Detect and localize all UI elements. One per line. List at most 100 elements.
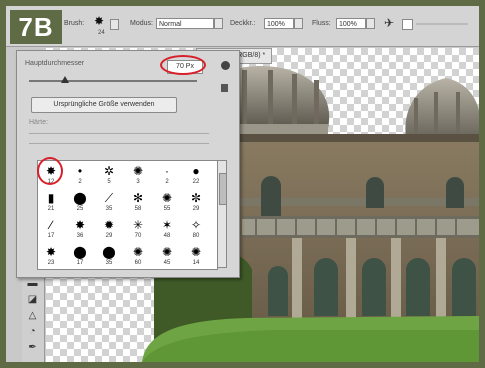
brush-preset-cell[interactable]: · 2 — [156, 162, 178, 189]
opacity-dropdown-arrow[interactable] — [294, 18, 303, 29]
brush-size-label: 2 — [78, 179, 82, 185]
brush-tip-icon: ✺ — [161, 191, 173, 205]
selected-brush-highlight — [37, 157, 63, 185]
brush-tip-icon: ● — [192, 164, 200, 178]
brush-tip-icon: ✺ — [132, 164, 144, 178]
brush-tip-icon: ∕ — [49, 218, 52, 232]
brush-preset-cell[interactable]: ✻ 58 — [127, 189, 149, 216]
new-preset-icon[interactable] — [221, 84, 228, 92]
brush-tip-icon: ✺ — [190, 245, 202, 259]
screenshot-frame: Brush: ✸ 24 Modus: Normal Deckkr.: 100% … — [0, 0, 485, 368]
brush-tip-icon: ⬤ — [102, 245, 116, 259]
brush-preset-cell[interactable]: ∕ 17 — [40, 216, 62, 243]
tablet-pressure-checkbox[interactable] — [402, 19, 413, 30]
brush-tip-icon: ⟋ — [104, 191, 114, 205]
brush-size-label: 35 — [105, 206, 113, 212]
brush-size-value: 24 — [98, 30, 105, 36]
brush-tip-icon: ✺ — [161, 245, 173, 259]
brush-preset-cell[interactable]: ✺ 60 — [127, 243, 149, 270]
brush-preset-cell[interactable]: ▮ 21 — [40, 189, 62, 216]
brush-size-label: 70 — [134, 233, 142, 239]
opacity-field[interactable]: 100% — [264, 18, 294, 29]
brush-tip-icon: ✺ — [132, 245, 144, 259]
brush-size-label: 25 — [76, 206, 84, 212]
brush-size-label: 17 — [47, 233, 55, 239]
brush-size-label: 2 — [165, 179, 169, 185]
brush-size-label: 60 — [134, 260, 142, 266]
gradient-tool-icon[interactable]: ▬ — [26, 278, 39, 290]
options-bar-divider — [416, 23, 468, 25]
brush-preset-cell[interactable]: ✹ 29 — [98, 216, 120, 243]
flow-dropdown-arrow[interactable] — [366, 18, 375, 29]
pen-tool-icon[interactable]: ✒ — [26, 342, 39, 354]
brush-preset-cell[interactable]: ✺ 14 — [185, 243, 207, 270]
mode-dropdown-arrow[interactable] — [214, 18, 223, 29]
brush-preset-cell[interactable]: • 2 — [69, 162, 91, 189]
brush-preset-cell[interactable]: ● 22 — [185, 162, 207, 189]
brush-tip-icon: ✶ — [161, 218, 173, 232]
master-diameter-label: Hauptdurchmesser — [25, 60, 85, 67]
brush-preset-cell[interactable]: ✶ 48 — [156, 216, 178, 243]
brush-tip-icon: ✳ — [132, 218, 144, 232]
brush-size-label: 29 — [192, 206, 200, 212]
brush-tip-icon: ⬤ — [73, 191, 87, 205]
brush-size-label: 23 — [47, 260, 55, 266]
brush-size-label: 3 — [136, 179, 140, 185]
brush-tip-icon: • — [77, 164, 83, 178]
brush-size-label: 35 — [105, 260, 113, 266]
brush-tip-icon: ✸ — [74, 218, 86, 232]
brush-tip-icon: ✻ — [132, 191, 144, 205]
use-sample-size-button[interactable]: Ursprüngliche Größe verwenden — [31, 97, 177, 113]
options-bar: Brush: ✸ 24 Modus: Normal Deckkr.: 100% … — [6, 6, 479, 47]
brush-preset-grid: ✸ 12 • 2 ✲ 5 ✺ 3 · 2 ● 22 ▮ 21 ⬤ 25 ⟋ 35 ✻ 58 ✺ 55 ✼ 29 ∕ 17 ✸ 36 ✹ 2… — [37, 160, 218, 270]
diameter-slider-handle[interactable] — [61, 76, 69, 83]
brush-size-label: 5 — [107, 179, 111, 185]
dodge-tool-icon[interactable]: ◔ — [26, 326, 39, 338]
brush-preset-cell[interactable]: ✸ 36 — [69, 216, 91, 243]
brush-tip-icon: ✧ — [190, 218, 202, 232]
brush-label: Brush: — [64, 20, 85, 27]
brush-size-label: 21 — [47, 206, 55, 212]
brush-size-label: 48 — [163, 233, 171, 239]
brush-size-label: 80 — [192, 233, 200, 239]
brush-preset-cell[interactable]: ✼ 29 — [185, 189, 207, 216]
airbrush-icon[interactable]: ✈ — [384, 16, 394, 30]
brush-grid-scroll-thumb[interactable] — [219, 173, 227, 205]
flow-field[interactable]: 100% — [336, 18, 366, 29]
brush-preset-cell[interactable]: ⬤ 35 — [98, 243, 120, 270]
brush-grid-scrollbar[interactable] — [217, 160, 227, 268]
toolbox: ▬ ◪ △ ◔ ✒ — [22, 276, 45, 362]
brush-tip-icon: ⬤ — [73, 245, 87, 259]
blur-tool-icon[interactable]: △ — [26, 310, 39, 322]
flow-label: Fluss: — [312, 20, 331, 27]
brush-size-label: 55 — [163, 206, 171, 212]
brush-preset-cell[interactable]: ✺ 45 — [156, 243, 178, 270]
brush-preset-cell[interactable]: ✧ 80 — [185, 216, 207, 243]
hardness-slider-track[interactable] — [29, 133, 209, 134]
brush-tip-icon: ✸ — [45, 245, 57, 259]
brush-preset-cell[interactable]: ✲ 5 — [98, 162, 120, 189]
highlight-oval — [160, 55, 206, 75]
panel-menu-icon[interactable] — [221, 61, 230, 70]
photoshop-window: Brush: ✸ 24 Modus: Normal Deckkr.: 100% … — [6, 6, 479, 362]
mode-select[interactable]: Normal — [156, 18, 214, 29]
brush-preset-icon[interactable]: ✸ — [94, 14, 104, 28]
eraser-tool-icon[interactable]: ◪ — [26, 294, 39, 306]
brush-preset-cell[interactable]: ⬤ 17 — [69, 243, 91, 270]
diameter-slider-track[interactable] — [29, 80, 197, 82]
brush-size-label: 22 — [192, 179, 200, 185]
brush-preset-panel: Hauptdurchmesser 70 Px Ursprüngliche Grö… — [16, 50, 240, 278]
brush-preset-cell[interactable]: ✺ 55 — [156, 189, 178, 216]
brush-preset-cell[interactable]: ✺ 3 — [127, 162, 149, 189]
brush-size-label: 14 — [192, 260, 200, 266]
brush-preset-cell[interactable]: ✸ 23 — [40, 243, 62, 270]
mode-label: Modus: — [130, 20, 153, 27]
brush-tip-icon: ▮ — [47, 191, 55, 205]
brush-picker-dropdown[interactable] — [110, 19, 119, 30]
brush-preset-cell[interactable]: ⟋ 35 — [98, 189, 120, 216]
brush-tip-icon: · — [165, 164, 169, 178]
brush-preset-cell[interactable]: ⬤ 25 — [69, 189, 91, 216]
hardness-label: Härte: — [29, 119, 49, 126]
brush-preset-cell[interactable]: ✳ 70 — [127, 216, 149, 243]
panel-divider — [29, 143, 209, 144]
